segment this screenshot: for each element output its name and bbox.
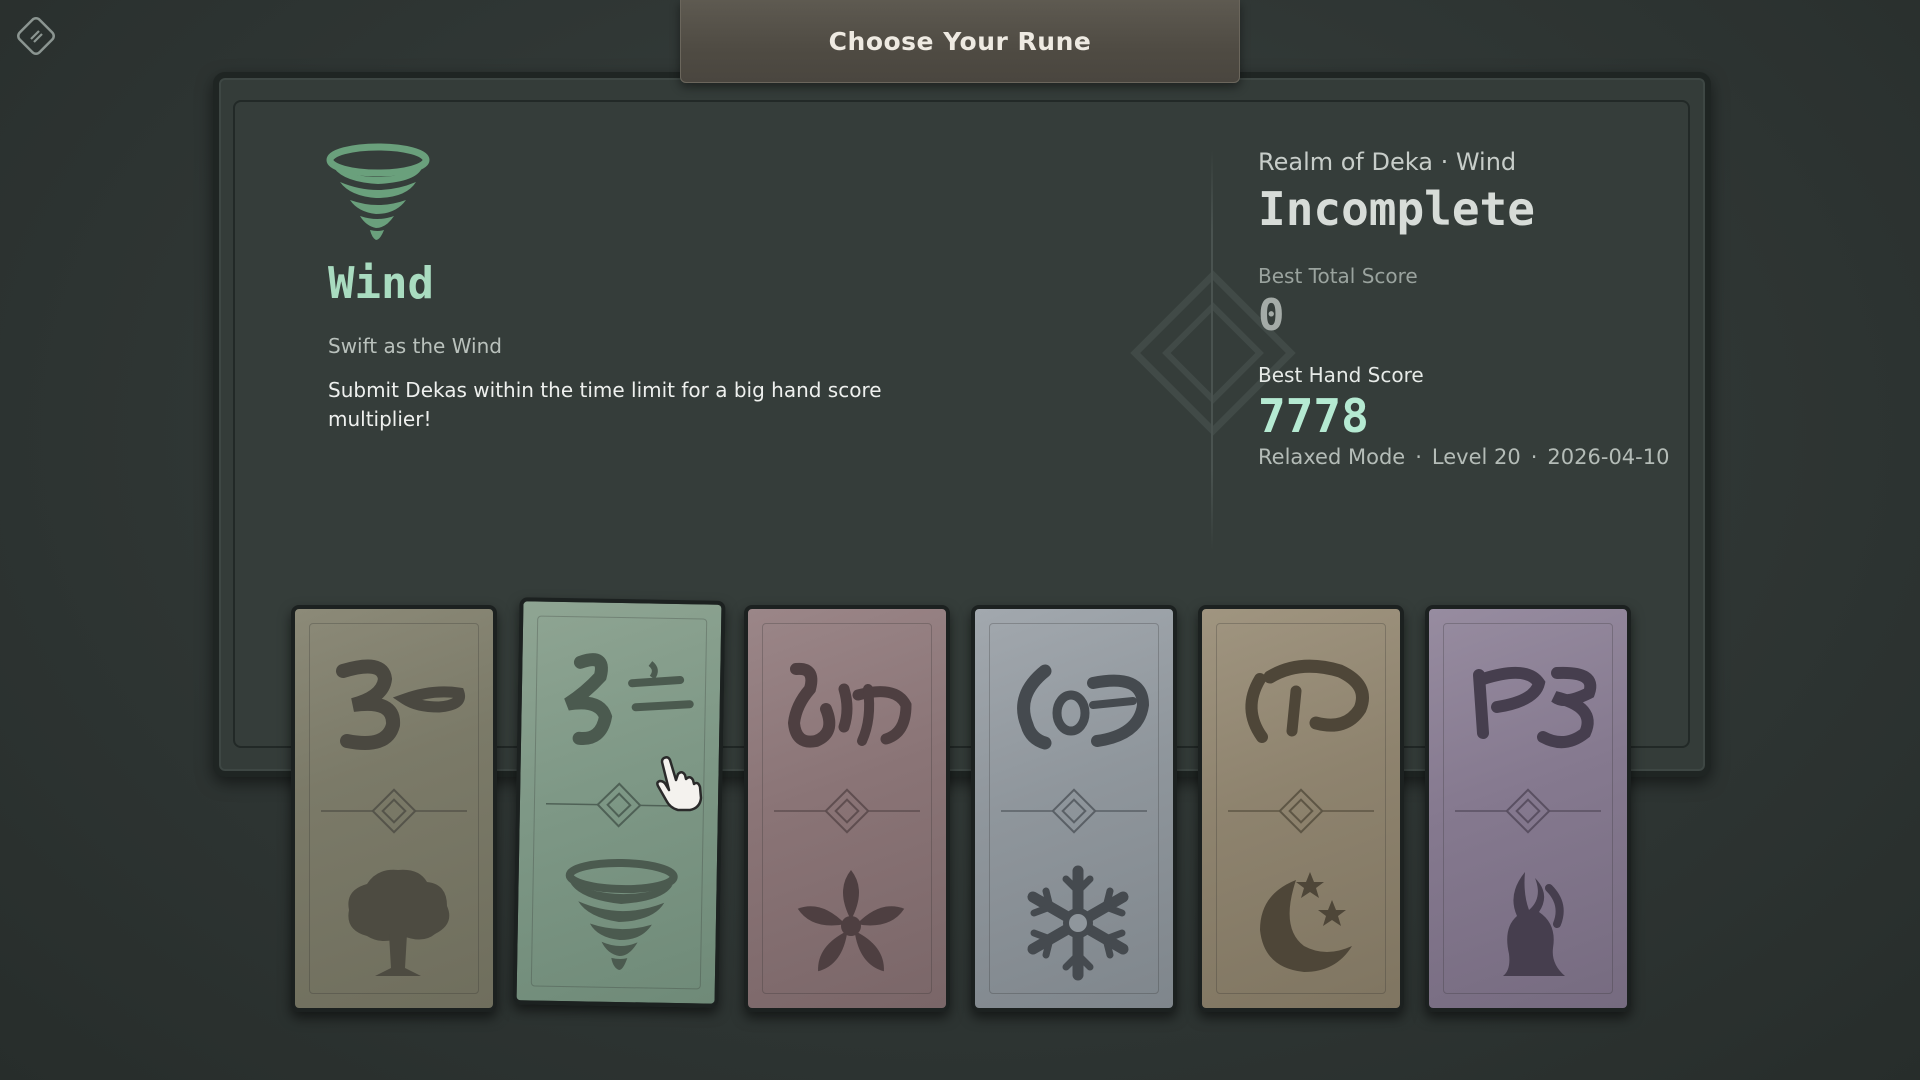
best-hand-value: 7778 <box>1258 389 1369 443</box>
realm-label: Realm of Deka · Wind <box>1258 148 1517 176</box>
brush-glyph <box>1245 659 1369 743</box>
menu-button[interactable] <box>10 10 62 62</box>
tornado-icon <box>326 143 430 240</box>
best-hand-label: Best Hand Score <box>1258 363 1424 387</box>
meta-separator: · <box>1415 445 1422 469</box>
date-label: 2026-04-10 <box>1547 445 1670 469</box>
stats-block: Realm of Deka · Wind Incomplete Best Tot… <box>1258 148 1669 469</box>
rune-card-flame[interactable] <box>1425 605 1631 1012</box>
level-label: Level 20 <box>1431 445 1521 469</box>
moon-star-icon <box>1260 872 1352 972</box>
best-total-label: Best Total Score <box>1258 264 1418 288</box>
completion-status: Incomplete <box>1258 182 1535 236</box>
rune-card-frost[interactable] <box>971 605 1177 1012</box>
snowflake-icon <box>1027 865 1129 981</box>
card-divider-ornament <box>1455 788 1601 834</box>
rune-tagline: Swift as the Wind <box>328 334 502 358</box>
card-divider-ornament <box>774 788 920 834</box>
brush-glyph <box>336 659 466 750</box>
tornado-icon <box>565 859 678 971</box>
title-plaque: Choose Your Rune <box>680 0 1240 83</box>
card-divider-ornament <box>1001 788 1147 834</box>
card-divider-ornament <box>321 788 467 834</box>
flower-icon <box>797 870 905 972</box>
brush-glyph <box>787 662 912 748</box>
brush-glyph <box>1473 666 1597 749</box>
brush-glyph <box>1017 664 1150 750</box>
pointer-hand-cursor-icon <box>656 756 703 812</box>
menu-diamond-icon <box>17 17 55 55</box>
brush-glyph <box>564 653 694 745</box>
rune-card-tree[interactable] <box>291 605 497 1012</box>
card-divider-ornament <box>1228 788 1374 834</box>
rune-name: Wind <box>328 258 434 309</box>
meta-separator: · <box>1530 445 1538 469</box>
page-title: Choose Your Rune <box>828 26 1092 56</box>
rune-card-moon[interactable] <box>1198 605 1404 1012</box>
best-total-value: 0 <box>1258 290 1285 341</box>
flame-icon <box>1503 872 1565 976</box>
rune-card-bloom[interactable] <box>744 605 950 1012</box>
tree-icon <box>348 869 450 976</box>
best-hand-meta: Relaxed Mode · Level 20 · 2026-04-10 <box>1258 445 1669 469</box>
rune-description: Submit Dekas within the time limit for a… <box>328 378 882 431</box>
mode-label: Relaxed Mode <box>1258 445 1406 469</box>
